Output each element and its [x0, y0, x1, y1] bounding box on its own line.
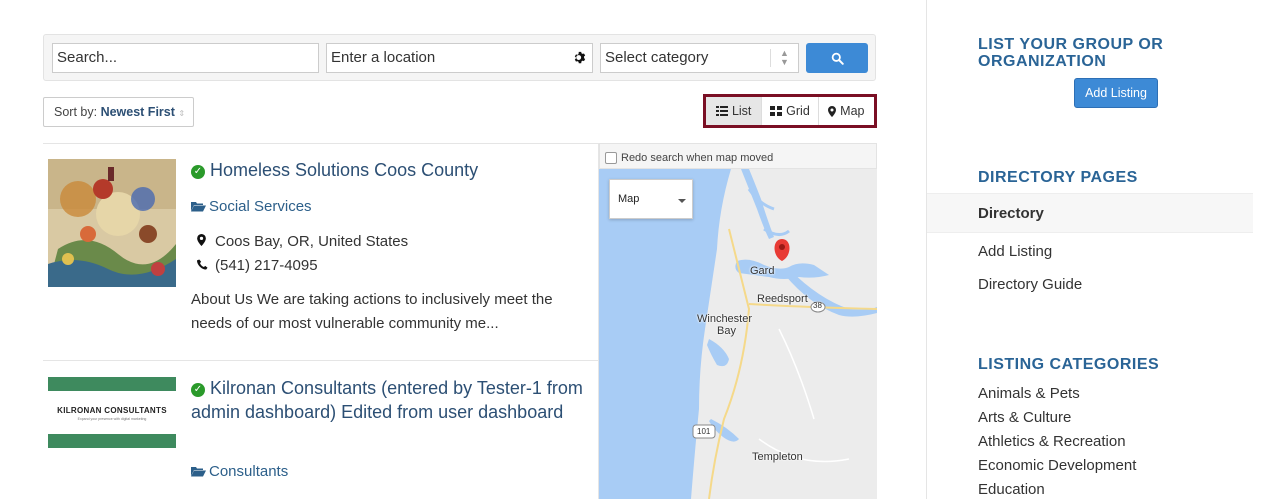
directory-item-active-bg — [927, 193, 1253, 233]
search-button[interactable] — [806, 43, 868, 73]
category-select[interactable]: Select category ▲ ▼ — [600, 43, 799, 73]
highway-shield: 38 — [813, 301, 822, 310]
listing-item: ✓ Homeless Solutions Coos County Social S… — [43, 143, 598, 361]
listing-description: About Us We are taking actions to inclus… — [191, 291, 553, 332]
listing-title[interactable]: ✓ Homeless Solutions Coos County — [191, 158, 591, 182]
listing-category[interactable]: Consultants — [191, 463, 288, 480]
map-canvas[interactable]: Gard Reedsport Winchester Bay Templeton … — [599, 169, 877, 499]
listing-item: KILRONAN CONSULTANTS Expand your presenc… — [43, 362, 598, 499]
map-label: Templeton — [752, 451, 803, 463]
gear-icon[interactable] — [573, 44, 586, 72]
map-label: Reedsport — [757, 293, 808, 305]
sort-value: Newest First — [100, 105, 175, 119]
thumbnail-tagline: Expand your presence with digital market… — [77, 417, 147, 421]
thumbnail-logo-text: KILRONAN CONSULTANTS — [57, 406, 167, 415]
map-type-select[interactable]: Map — [609, 179, 693, 219]
map-label: Bay — [717, 325, 736, 337]
redo-search-checkbox[interactable]: Redo search when map moved — [599, 143, 877, 169]
list-group-heading: LIST YOUR GROUP OR ORGANIZATION — [978, 36, 1164, 70]
sort-label: Sort by: — [54, 105, 98, 119]
folder-open-icon — [191, 467, 206, 477]
list-icon — [715, 106, 728, 116]
directory-pages-heading: DIRECTORY PAGES — [978, 169, 1138, 186]
verified-check-icon: ✓ — [191, 383, 205, 397]
listing-phone: (541) 217-4095 — [197, 257, 318, 274]
map-panel: Redo search when map moved Gard Reedspor… — [598, 143, 877, 499]
listing-category[interactable]: Social Services — [191, 198, 312, 215]
search-icon — [831, 52, 844, 65]
search-bar: Search... Enter a location Select catego… — [43, 34, 876, 81]
map-label: Gard — [750, 265, 775, 277]
folder-open-icon — [191, 202, 206, 212]
select-arrows-icon: ▲ ▼ — [770, 49, 798, 67]
search-input[interactable]: Search... — [52, 43, 319, 73]
chevron-down-icon: ⇕ — [178, 109, 186, 118]
verified-check-icon: ✓ — [191, 165, 205, 179]
chevron-down-icon — [678, 199, 686, 203]
listing-categories-heading: LISTING CATEGORIES — [978, 356, 1160, 373]
phone-icon — [197, 258, 215, 273]
checkbox[interactable] — [605, 152, 617, 164]
listing-thumbnail[interactable]: KILRONAN CONSULTANTS Expand your presenc… — [48, 377, 176, 448]
category-link[interactable]: Economic Development — [978, 457, 1136, 474]
listing-thumbnail[interactable] — [48, 159, 176, 287]
category-link[interactable]: Arts & Culture — [978, 409, 1071, 426]
listing-location: Coos Bay, OR, United States — [197, 233, 408, 250]
map-marker-icon — [197, 234, 215, 249]
add-listing-button[interactable]: Add Listing — [1074, 78, 1158, 108]
view-switcher: List Grid Map — [703, 94, 877, 128]
location-input[interactable]: Enter a location — [326, 43, 593, 73]
view-list-button[interactable]: List — [706, 97, 763, 125]
map-label: Winchester — [697, 313, 753, 325]
category-link[interactable]: Athletics & Recreation — [978, 433, 1126, 450]
category-link[interactable]: Animals & Pets — [978, 385, 1080, 402]
grid-icon — [770, 106, 783, 116]
highway-shield: 101 — [697, 427, 711, 436]
sidebar-item-add-listing[interactable]: Add Listing — [978, 243, 1052, 260]
map-marker-icon — [828, 105, 837, 117]
sidebar: LIST YOUR GROUP OR ORGANIZATION Add List… — [926, 0, 1272, 499]
view-grid-button[interactable]: Grid — [762, 97, 819, 125]
listing-title[interactable]: ✓ Kilronan Consultants (entered by Tester… — [191, 376, 591, 424]
sort-dropdown[interactable]: Sort by: Newest First ⇕ — [43, 97, 194, 127]
sidebar-item-directory-guide[interactable]: Directory Guide — [978, 276, 1082, 293]
view-map-button[interactable]: Map — [818, 97, 874, 125]
sidebar-item-directory[interactable]: Directory — [978, 205, 1044, 222]
category-link[interactable]: Education — [978, 481, 1045, 498]
